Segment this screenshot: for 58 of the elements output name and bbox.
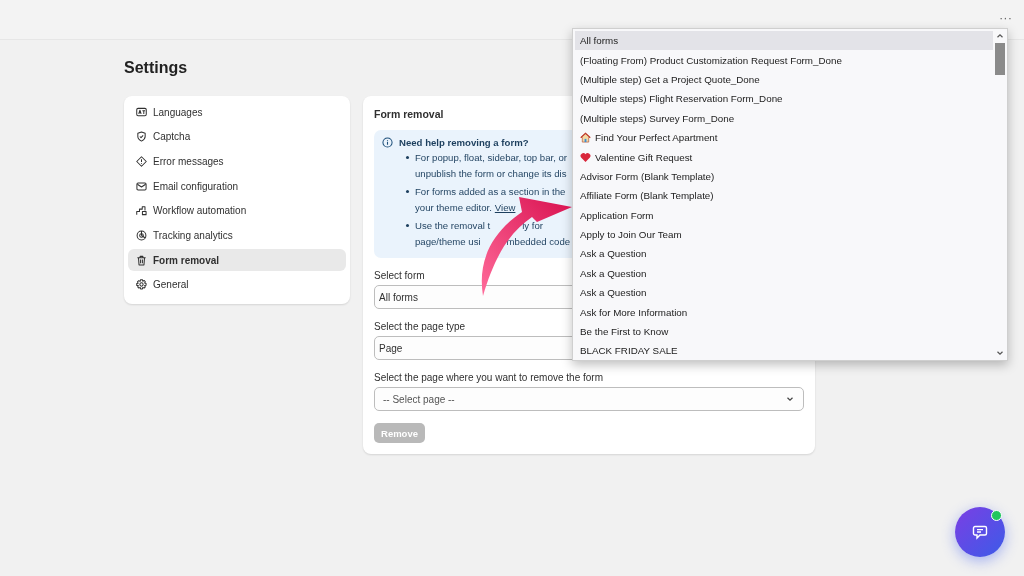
dropdown-option[interactable]: (Multiple step) Get a Project Quote_Done bbox=[575, 69, 993, 90]
help-text: For popup, float, sidebar, top bar, or bbox=[415, 152, 567, 163]
dropdown-option[interactable]: BLACK FRIDAY SALE bbox=[575, 341, 993, 361]
scrollbar-thumb[interactable] bbox=[995, 43, 1005, 75]
warning-icon bbox=[136, 155, 147, 167]
trash-icon bbox=[136, 254, 147, 266]
sidebar-item[interactable]: Languages bbox=[128, 101, 346, 123]
chart-icon bbox=[136, 229, 147, 241]
help-heading: Need help removing a form? bbox=[399, 137, 529, 148]
field-label: Select form bbox=[374, 270, 425, 281]
dropdown-option[interactable]: Ask for More Information bbox=[575, 302, 993, 322]
mail-icon bbox=[136, 180, 147, 192]
chat-button[interactable] bbox=[955, 507, 1005, 557]
dropdown-option[interactable]: Affiliate Form (Blank Template) bbox=[575, 186, 993, 206]
dropdown-option[interactable]: (Multiple steps) Flight Reservation Form_Done bbox=[575, 89, 993, 109]
workflow-icon bbox=[136, 205, 147, 217]
gear-icon bbox=[136, 279, 147, 291]
dropdown-option[interactable]: Ask a Question bbox=[575, 283, 993, 303]
bullet-icon bbox=[406, 224, 409, 227]
page-title: Settings bbox=[124, 59, 188, 77]
dropdown-option[interactable]: Ask a Question bbox=[575, 244, 993, 264]
sidebar-item[interactable]: Email configuration bbox=[128, 175, 346, 198]
dropdown-option[interactable]: Application Form bbox=[575, 205, 993, 225]
translate-icon bbox=[136, 106, 147, 118]
bullet-icon bbox=[406, 156, 409, 159]
help-text: your theme editor. bbox=[415, 202, 492, 213]
dropdown-option[interactable]: Apply to Join Our Team bbox=[575, 224, 993, 245]
card-title: Form removal bbox=[374, 108, 444, 120]
shield-icon bbox=[136, 131, 147, 143]
sidebar-item[interactable]: Form removal bbox=[128, 249, 346, 272]
view-link[interactable]: View bbox=[494, 202, 516, 213]
dropdown-option[interactable]: All forms bbox=[575, 31, 993, 51]
dropdown-option[interactable]: Advisor Form (Blank Template) bbox=[575, 166, 993, 187]
dropdown-option[interactable]: Ask a Question bbox=[575, 263, 993, 284]
bullet-icon bbox=[406, 190, 409, 193]
info-icon bbox=[382, 137, 393, 148]
field-label: Select the page type bbox=[374, 321, 466, 332]
sidebar-item[interactable]: Error messages bbox=[128, 150, 346, 173]
dropdown-option[interactable]: Valentine Gift Request bbox=[575, 147, 993, 167]
sidebar-item[interactable]: General bbox=[128, 273, 346, 296]
dropdown-option[interactable]: Find Your Perfect Apartment bbox=[575, 127, 993, 148]
help-text: Use the removal t bbox=[415, 220, 491, 231]
dropdown-option[interactable]: (Floating From) Product Customization Request Form_Done bbox=[575, 50, 993, 70]
sidebar-item[interactable]: Captcha bbox=[128, 125, 346, 148]
select-field[interactable]: -- Select page -- bbox=[374, 387, 804, 411]
help-text: For forms added as a section in the bbox=[415, 186, 566, 197]
heart-icon bbox=[580, 151, 591, 163]
dropdown-option[interactable]: (Multiple steps) Survey Form_Done bbox=[575, 108, 993, 128]
more-menu-button[interactable]: ··· bbox=[999, 10, 1012, 25]
help-text: mbedded code bbox=[506, 236, 571, 247]
house-icon bbox=[580, 132, 591, 144]
sidebar-item[interactable]: Tracking analytics bbox=[128, 224, 346, 247]
field-label: Select the page where you want to remove the form bbox=[374, 372, 603, 383]
help-text: page/theme usi bbox=[415, 236, 481, 247]
dropdown-option[interactable]: Be the First to Know bbox=[575, 321, 993, 342]
sidebar-item[interactable]: Workflow automation bbox=[128, 199, 346, 222]
chat-icon bbox=[972, 524, 988, 540]
help-text: unpublish the form or change its dis bbox=[415, 168, 567, 179]
